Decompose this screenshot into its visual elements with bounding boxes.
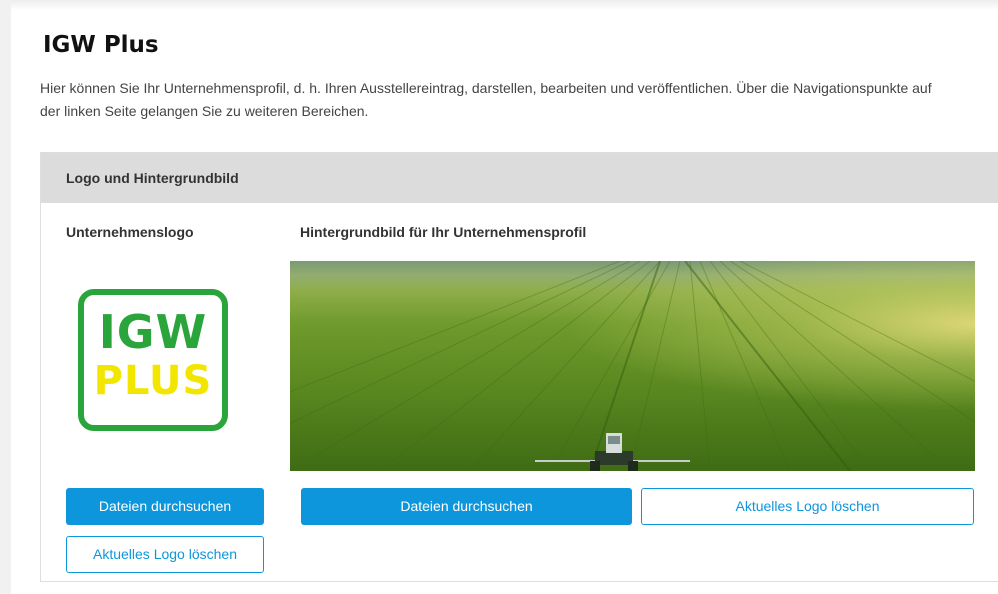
background-image-label: Hintergrundbild für Ihr Unternehmensprof… [300, 224, 587, 240]
background-delete-button[interactable]: Aktuelles Logo löschen [641, 488, 974, 525]
field-background-image [290, 261, 975, 471]
tractor-icon [535, 433, 690, 471]
background-image-preview [290, 261, 975, 471]
page-title: IGW Plus [43, 32, 159, 58]
panel-header: Logo und Hintergrundbild [41, 153, 998, 203]
left-shadow-edge [0, 0, 11, 594]
logo-and-background-panel: Logo und Hintergrundbild Unternehmenslog… [40, 152, 998, 582]
logo-browse-files-button[interactable]: Dateien durchsuchen [66, 488, 264, 525]
logo-text-igw: IGW [98, 305, 208, 359]
logo-text-plus: PLUS [93, 358, 213, 404]
company-logo-label: Unternehmenslogo [66, 224, 194, 240]
panel-header-title: Logo und Hintergrundbild [66, 170, 239, 186]
background-browse-files-button[interactable]: Dateien durchsuchen [301, 488, 632, 525]
top-shadow-edge [11, 0, 998, 10]
igw-plus-logo: IGW PLUS [78, 289, 228, 431]
intro-text: Hier können Sie Ihr Unternehmensprofil, … [40, 80, 932, 119]
logo-delete-button[interactable]: Aktuelles Logo löschen [66, 536, 264, 573]
